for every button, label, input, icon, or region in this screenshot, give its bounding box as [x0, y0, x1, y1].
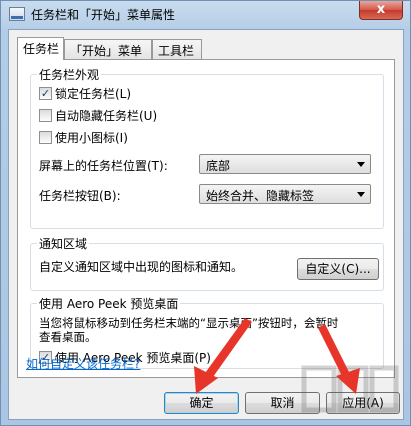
notify-legend: 通知区域: [37, 235, 90, 252]
small-icons-checkbox[interactable]: [39, 130, 52, 144]
buttons-select[interactable]: 始终合并、隐藏标签: [199, 184, 371, 204]
lock-taskbar-label: 锁定任务栏(L): [55, 86, 132, 101]
location-select[interactable]: 底部: [199, 154, 371, 174]
tab-taskbar[interactable]: 任务栏: [17, 37, 64, 60]
title-bar[interactable]: 任务栏和「开始」菜单属性 x: [1, 1, 410, 29]
tab-toolbars[interactable]: 工具栏: [152, 39, 202, 59]
window-title: 任务栏和「开始」菜单属性: [31, 8, 176, 22]
close-button[interactable]: x: [359, 1, 403, 20]
lock-taskbar-row[interactable]: ✓ 锁定任务栏(L): [39, 85, 131, 101]
appearance-legend: 任务栏外观: [37, 66, 102, 83]
small-icons-label: 使用小图标(I): [55, 130, 128, 145]
chevron-down-icon: [357, 192, 365, 197]
autohide-checkbox[interactable]: [39, 108, 52, 122]
location-value: 底部: [206, 159, 231, 173]
autohide-label: 自动隐藏任务栏(U): [55, 108, 158, 123]
customize-button[interactable]: 自定义(C)...: [297, 258, 379, 280]
watermark-logo: [301, 365, 399, 413]
help-link[interactable]: 如何自定义该任务栏?: [26, 355, 140, 372]
aero-peek-desc-line2: 查看桌面。: [39, 330, 97, 344]
check-icon: ✓: [40, 86, 51, 100]
autohide-row[interactable]: 自动隐藏任务栏(U): [39, 107, 157, 123]
appearance-group: 任务栏外观 ✓ 锁定任务栏(L) 自动隐藏任务栏(U) 使用小图标(I) 屏幕上…: [30, 66, 384, 229]
taskbar-app-icon: [9, 7, 25, 21]
notify-group: 通知区域 自定义通知区域中出现的图标和通知。 自定义(C)...: [30, 235, 384, 291]
tab-start-menu[interactable]: 「开始」菜单: [64, 39, 152, 59]
buttons-label: 任务栏按钮(B):: [39, 189, 121, 203]
small-icons-row[interactable]: 使用小图标(I): [39, 129, 128, 145]
tab-panel-taskbar: 任务栏外观 ✓ 锁定任务栏(L) 自动隐藏任务栏(U) 使用小图标(I) 屏幕上…: [17, 59, 395, 378]
chevron-down-icon: [357, 162, 365, 167]
lock-taskbar-checkbox[interactable]: ✓: [39, 86, 52, 100]
notify-description: 自定义通知区域中出现的图标和通知。: [39, 260, 244, 274]
buttons-value: 始终合并、隐藏标签: [206, 189, 315, 203]
aero-peek-legend: 使用 Aero Peek 预览桌面: [37, 295, 181, 312]
location-label: 屏幕上的任务栏位置(T):: [39, 159, 168, 173]
ok-button[interactable]: 确定: [164, 392, 239, 414]
